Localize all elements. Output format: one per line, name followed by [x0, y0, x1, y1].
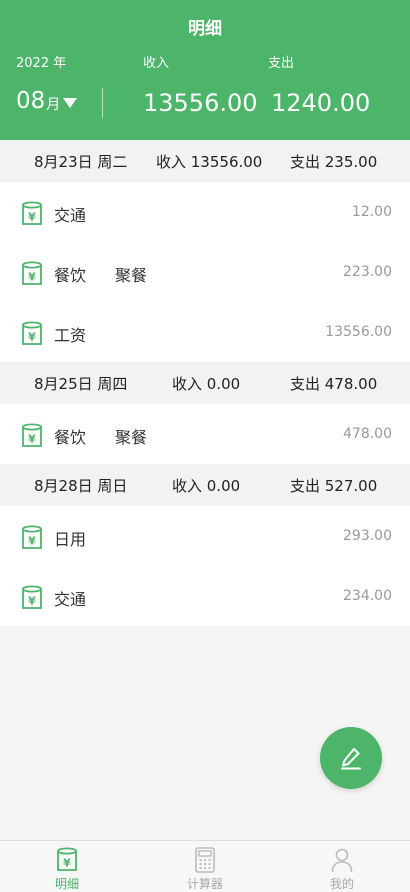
day-date: 8月25日 周四 [34, 375, 128, 393]
expense-label: 支出 [268, 56, 295, 71]
list-item[interactable]: ¥ 交通 234.00 [0, 566, 410, 626]
edit-icon [341, 748, 361, 770]
tab-calculator[interactable]: 计算器 [165, 847, 245, 892]
item-category: 工资 [54, 326, 87, 345]
item-category: 交通 [54, 590, 87, 609]
svg-text:¥: ¥ [28, 211, 36, 224]
item-note: 聚餐 [115, 428, 148, 447]
item-amount: 293.00 [343, 528, 392, 544]
person-icon [331, 848, 353, 873]
item-amount: 13556.00 [325, 324, 392, 340]
day-header: 8月28日 周日 收入 0.00 支出 527.00 [0, 464, 410, 506]
svg-text:¥: ¥ [28, 535, 36, 548]
list-item[interactable]: ¥ 餐饮 聚餐 478.00 [0, 404, 410, 464]
item-category: 日用 [54, 530, 87, 549]
item-category: 餐饮 [54, 266, 87, 285]
svg-text:¥: ¥ [28, 595, 36, 608]
header-divider [102, 88, 103, 118]
item-amount: 478.00 [343, 426, 392, 442]
item-category: 交通 [54, 206, 87, 225]
svg-text:¥: ¥ [28, 331, 36, 344]
ledger-icon: ¥ [22, 525, 42, 549]
ledger-icon: ¥ [22, 261, 42, 285]
year-label[interactable]: 2022 年 [16, 52, 66, 71]
add-record-button[interactable] [320, 727, 382, 789]
page-title: 明细 [188, 19, 222, 39]
list-item[interactable]: ¥ 餐饮 聚餐 223.00 [0, 242, 410, 302]
day-date: 8月23日 周二 [34, 153, 128, 171]
tab-label: 我的 [329, 877, 354, 891]
list-item[interactable]: ¥ 交通 12.00 [0, 182, 410, 242]
list-item[interactable]: ¥ 工资 13556.00 [0, 302, 410, 362]
list-item[interactable]: ¥ 日用 293.00 [0, 506, 410, 566]
caret-down-icon [63, 98, 78, 108]
month-value: 08 [16, 88, 46, 114]
day-expense: 支出 527.00 [290, 477, 378, 495]
svg-text:¥: ¥ [28, 271, 36, 284]
day-expense: 支出 235.00 [290, 153, 378, 171]
item-note: 聚餐 [115, 266, 148, 285]
ledger-icon: ¥ [22, 201, 42, 225]
ledger-icon: ¥ [22, 423, 42, 447]
svg-text:¥: ¥ [63, 857, 71, 870]
day-header: 8月23日 周二 收入 13556.00 支出 235.00 [0, 140, 410, 182]
ledger-icon: ¥ [57, 847, 77, 871]
total-income: 13556.00 [143, 89, 258, 117]
day-income: 收入 0.00 [172, 375, 241, 393]
day-expense: 支出 478.00 [290, 375, 378, 393]
day-income: 收入 0.00 [172, 477, 241, 495]
tab-label: 计算器 [186, 877, 223, 891]
day-date: 8月28日 周日 [34, 477, 128, 495]
tab-bar: ¥ 明细 计算器 我的 [0, 840, 410, 892]
tab-detail[interactable]: ¥ 明细 [27, 847, 107, 892]
month-selector[interactable]: 08 月 [16, 88, 78, 114]
income-label: 收入 [143, 56, 170, 71]
ledger-list: 8月23日 周二 收入 13556.00 支出 235.00 ¥ 交通 12.0… [0, 140, 410, 626]
item-amount: 223.00 [343, 264, 392, 280]
day-header: 8月25日 周四 收入 0.00 支出 478.00 [0, 362, 410, 404]
ledger-icon: ¥ [22, 585, 42, 609]
item-category: 餐饮 [54, 428, 87, 447]
item-amount: 12.00 [351, 204, 392, 220]
tab-mine[interactable]: 我的 [302, 847, 382, 892]
calculator-icon [195, 847, 215, 873]
day-income: 收入 13556.00 [156, 153, 263, 171]
header: 明细 2022 年 收入 支出 08 月 13556.00 1240.00 [0, 0, 410, 140]
ledger-icon: ¥ [22, 321, 42, 345]
total-expense: 1240.00 [271, 89, 371, 117]
month-unit: 月 [46, 97, 61, 113]
svg-text:¥: ¥ [28, 433, 36, 446]
item-amount: 234.00 [343, 588, 392, 604]
tab-label: 明细 [54, 877, 79, 891]
